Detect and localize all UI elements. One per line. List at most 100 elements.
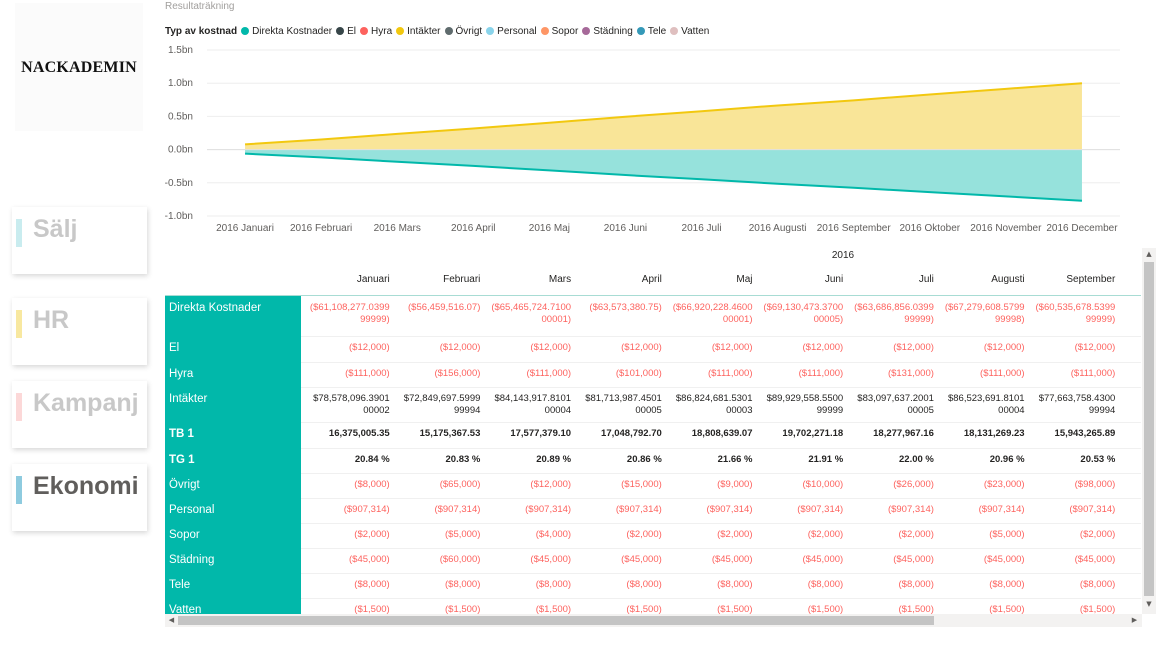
scroll-down-arrow-icon[interactable]: ▼ — [1142, 598, 1156, 610]
legend-marker-icon — [540, 27, 549, 35]
table-cell: 1 — [1118, 428, 1141, 440]
legend-label: Sopor — [551, 25, 579, 37]
table-cell: ($8,000) — [354, 479, 390, 490]
legend-item[interactable]: Städning — [582, 26, 633, 37]
table-cell: ($60,000) — [439, 554, 481, 565]
row-header[interactable]: Tele — [165, 573, 301, 599]
scroll-left-arrow-icon[interactable]: ◀ — [165, 614, 178, 627]
table-cell: ($2,000) — [807, 529, 844, 540]
column-header[interactable]: Juni — [755, 274, 843, 285]
header-divider — [165, 295, 1141, 296]
table-cell: ($907,314) — [343, 504, 390, 515]
table-cell: $79 — [1118, 393, 1141, 405]
vertical-scrollbar-thumb[interactable] — [1144, 262, 1154, 596]
x-axis-tick-label: 2016 Augusti — [749, 223, 807, 234]
legend-label: Intäkter — [407, 25, 441, 37]
table-cell: ($12,000) — [621, 342, 662, 353]
y-axis-tick-label: -0.5bn — [165, 178, 193, 189]
column-header[interactable]: Mars — [483, 274, 571, 285]
legend-label: Personal — [497, 25, 537, 37]
table-cell: ($5,000) — [989, 529, 1025, 540]
nav-button-kampanj[interactable]: Kampanj — [12, 381, 147, 448]
horizontal-scrollbar-thumb[interactable] — [178, 616, 934, 625]
row-header[interactable]: Sopor — [165, 523, 301, 549]
column-header[interactable]: April — [574, 274, 662, 285]
legend-title: Typ av kostnad — [165, 25, 238, 37]
row-header[interactable]: Intäkter — [165, 387, 301, 423]
row-divider — [301, 598, 1141, 599]
nav-button-hr[interactable]: HR — [12, 298, 147, 365]
row-header[interactable]: Hyra — [165, 362, 301, 388]
legend-item[interactable]: Direkta Kostnader — [241, 26, 332, 37]
legend-item[interactable]: Intäkter — [396, 25, 441, 37]
scroll-right-arrow-icon[interactable]: ▶ — [1128, 614, 1141, 627]
row-header[interactable]: Städning — [165, 548, 301, 574]
row-header[interactable]: Direkta Kostnader — [165, 296, 301, 337]
table-cell: ($12,000) — [893, 342, 934, 353]
matrix-year-header: 2016 — [831, 250, 855, 261]
nav-label: Kampanj — [33, 389, 139, 417]
table-cell: ($12,000) — [530, 479, 572, 490]
column-header[interactable]: Maj — [665, 274, 752, 285]
logo-box: NACKADEMIN — [15, 3, 143, 131]
x-axis-tick-label: 2016 Maj — [529, 223, 570, 234]
table-cell: ($907,314) — [434, 504, 481, 515]
column-header[interactable]: Augusti — [937, 274, 1024, 285]
legend-item[interactable]: Hyra — [360, 26, 392, 37]
table-cell: ($1,500) — [535, 604, 572, 614]
table-cell: ($1,500) — [989, 604, 1025, 614]
nav-button-ekonomi[interactable]: Ekonomi — [12, 464, 147, 531]
legend-item[interactable]: Övrigt — [444, 26, 482, 37]
legend-item[interactable]: Personal — [486, 25, 537, 37]
area-chart: 1.5bn 1.0bn 0.5bn 0.0bn -0.5bn -1.0bn 2016 Jan… — [165, 45, 1120, 234]
table-cell: ($10,000) — [802, 479, 844, 490]
scroll-up-arrow-icon[interactable]: ▲ — [1142, 248, 1156, 260]
legend-marker-icon — [396, 27, 405, 35]
y-axis-tick-label: 1.5bn — [168, 45, 193, 56]
table-cell: ($26,000) — [893, 479, 934, 490]
column-header[interactable]: Februari — [392, 274, 480, 285]
row-header[interactable]: Personal — [165, 498, 301, 524]
table-cell: 16,375,005.35 — [328, 428, 390, 439]
table-cell: 18,277,967.16 — [873, 428, 934, 439]
table-cell: ($45,000) — [711, 554, 753, 565]
table-cell: ($907,314) — [525, 504, 572, 515]
legend-item[interactable]: Tele — [636, 25, 667, 37]
row-header[interactable]: TB 1 — [165, 422, 301, 449]
x-axis-tick-label: 2016 Juli — [682, 223, 722, 234]
row-header[interactable]: TG 1 — [165, 448, 301, 474]
row-header[interactable]: Övrigt — [165, 473, 301, 499]
column-header[interactable]: September — [1027, 274, 1115, 285]
row-header[interactable]: Vatten — [165, 598, 301, 614]
table-cell: ($101,000) — [615, 368, 662, 379]
table-cell: 20.89 % — [536, 454, 572, 465]
legend-item[interactable]: Vatten — [670, 26, 709, 37]
table-cell: ($65,000) — [439, 479, 481, 490]
table-cell: $83,097,637.2001 00005 — [857, 393, 934, 416]
table-cell: ($61 — [1118, 302, 1141, 314]
legend-marker-icon — [360, 27, 369, 35]
y-axis-tick-label: -1.0bn — [165, 211, 193, 222]
table-cell: $81,713,987.4501 00005 — [585, 393, 662, 416]
table-cell: ($63,573,380.75) — [589, 302, 662, 313]
table-cell: ($12,000) — [530, 342, 572, 353]
table-cell: ($111,000) — [1070, 368, 1116, 379]
legend-label: Tele — [647, 25, 667, 37]
column-header[interactable]: Juli — [846, 274, 934, 285]
y-axis-tick-label: 0.5bn — [168, 111, 193, 122]
chart-legend: Typ av kostnad Direkta Kostnader El Hyra In… — [165, 24, 713, 38]
table-cell: $86,523,691.8101 00004 — [947, 393, 1025, 416]
legend-item[interactable]: Sopor — [540, 25, 579, 37]
row-divider — [301, 387, 1141, 388]
table-cell: ($8,000) — [445, 579, 481, 590]
column-header[interactable]: Januari — [302, 274, 390, 285]
row-header[interactable]: El — [165, 336, 301, 363]
nav-button-salj[interactable]: Sälj — [12, 207, 147, 274]
legend-item[interactable]: El — [336, 26, 356, 37]
x-axis-tick-label: 2016 Januari — [216, 223, 274, 234]
table-cell: ($907,314) — [887, 504, 934, 515]
table-cell: 21.91 % — [808, 454, 844, 465]
column-header[interactable]: Oktober — [1118, 274, 1141, 285]
row-divider — [301, 448, 1141, 449]
table-cell: ($45,000) — [621, 554, 662, 565]
